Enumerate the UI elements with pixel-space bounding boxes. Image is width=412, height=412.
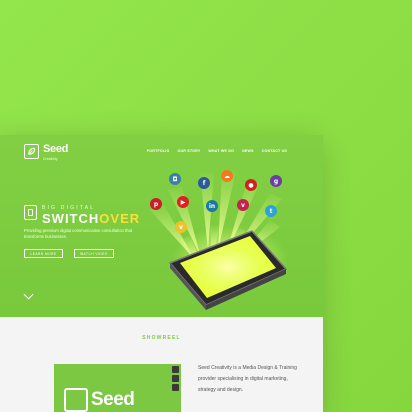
linkedin-icon: in: [206, 200, 218, 212]
showreel-video[interactable]: Seed: [54, 364, 181, 412]
phone-illustration: ◘ f ☁ ● g p ▶ in v t v: [140, 165, 310, 317]
soundcloud-icon: ☁: [221, 170, 233, 182]
clock-icon[interactable]: [172, 375, 179, 382]
showreel-title: SHOWREEL: [142, 335, 181, 341]
googleplus-icon: g: [270, 175, 282, 187]
chevron-down-icon[interactable]: [23, 289, 34, 300]
video-logo: Seed: [64, 388, 135, 412]
website-mockup: Seed Creativity PORTFOLIO OUR STORY WHAT…: [0, 135, 323, 412]
light-beams: [150, 170, 288, 310]
brand-logo[interactable]: Seed Creativity: [24, 143, 69, 161]
headline-part-a: SWITCH: [42, 211, 100, 226]
brand-sub: Creativity: [43, 157, 58, 161]
instagram-icon: ◘: [169, 173, 181, 185]
hero-description: Providing premium digital communication …: [24, 228, 132, 239]
mobile-device-icon: [24, 205, 37, 220]
twitter-icon: t: [265, 205, 277, 217]
headline-part-b: OVER: [99, 211, 141, 226]
pinterest-icon: p: [150, 198, 162, 210]
facebook-icon: f: [198, 177, 210, 189]
lastfm-icon: ●: [245, 179, 257, 191]
leaf-icon: [24, 144, 39, 159]
youtube-icon: ▶: [177, 196, 189, 208]
share-icon[interactable]: [172, 384, 179, 391]
video-actions: [172, 366, 179, 391]
main-nav: PORTFOLIO OUR STORY WHAT WE DO NEWS CONT…: [147, 149, 287, 153]
vimeo-icon: v: [237, 199, 249, 211]
about-text: Seed Creativity is a Media Design & Trai…: [198, 365, 297, 393]
heart-icon[interactable]: [172, 366, 179, 373]
leaf-icon: [64, 388, 88, 412]
nav-item-portfolio[interactable]: PORTFOLIO: [147, 149, 170, 153]
watch-video-button[interactable]: WATCH VIDEO: [74, 249, 114, 258]
nav-item-our-story[interactable]: OUR STORY: [177, 149, 200, 153]
vine-icon: v: [175, 221, 187, 233]
nav-item-news[interactable]: NEWS: [242, 149, 254, 153]
video-logo-word: Seed: [91, 389, 135, 410]
learn-more-button[interactable]: LEARN MORE: [24, 249, 63, 258]
nav-item-contact-us[interactable]: CONTACT US: [262, 149, 287, 153]
nav-item-what-we-do[interactable]: WHAT WE DO: [208, 149, 234, 153]
brand-name: Seed: [43, 143, 69, 155]
hero-headline: SWITCHOVER: [42, 211, 140, 226]
hero-section: Seed Creativity PORTFOLIO OUR STORY WHAT…: [0, 135, 323, 317]
